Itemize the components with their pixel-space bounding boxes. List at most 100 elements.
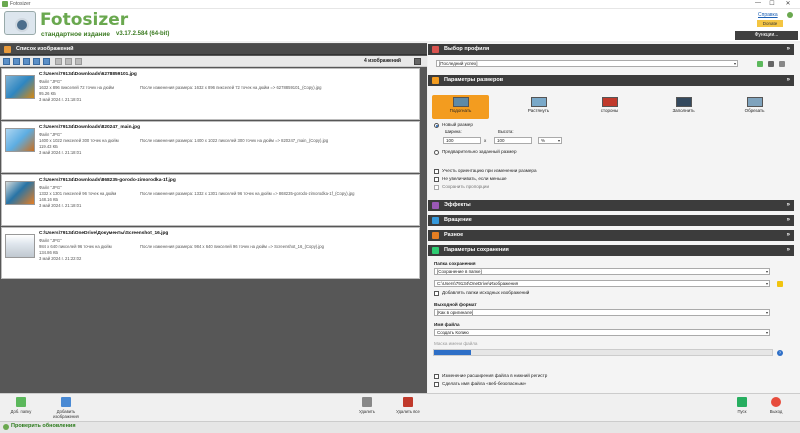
remove-all-icon	[403, 397, 413, 407]
view-large-icon[interactable]	[33, 58, 40, 65]
add-folder-button[interactable]: Доб. папку	[8, 397, 34, 414]
remove-button[interactable]: Удалить	[356, 397, 378, 414]
image-date: 3 май 2024 г. 21:18:01	[39, 97, 82, 102]
image-size: 95.26 КБ	[39, 91, 56, 96]
edition-label: стандартное издание	[41, 31, 110, 38]
effects-header[interactable]: Эффекты »	[428, 200, 794, 211]
tab-sides[interactable]: стороны	[581, 95, 638, 119]
view-tiles-icon[interactable]	[43, 58, 50, 65]
expand-icon: »	[786, 217, 790, 223]
save-folder-label: Папка сохранения	[434, 261, 476, 266]
list-menu-icon[interactable]	[414, 58, 421, 65]
undo-icon[interactable]	[55, 58, 62, 65]
misc-header[interactable]: Разное »	[428, 230, 794, 241]
image-item[interactable]: C:\Users\79134\Downloads\868235-gorodo-z…	[1, 174, 420, 226]
collapse-icon: »	[786, 46, 790, 52]
size-params-header[interactable]: Параметры размеров »	[428, 75, 794, 86]
keep-proportions-checkbox[interactable]	[434, 185, 439, 190]
donate-button[interactable]: Donate	[757, 20, 783, 27]
image-item[interactable]: C:\Users\79134\Downloads\820247_main.jpg…	[1, 121, 420, 173]
height-input[interactable]: 100	[494, 137, 532, 144]
tab-fill-label: Заполнить	[672, 108, 695, 113]
width-input[interactable]: 100	[443, 137, 481, 144]
delete-profile-icon[interactable]	[779, 61, 785, 67]
image-path: C:\Users\79134\OneDrive\Документы\Screen…	[39, 231, 169, 236]
effects-title: Эффекты	[444, 202, 471, 208]
orientation-checkbox[interactable]	[434, 169, 439, 174]
preset-size-radio[interactable]	[434, 150, 439, 155]
add-profile-icon[interactable]	[757, 61, 763, 67]
image-dims: 1400 x 1022 пикселей 300 точек на дюйм	[39, 138, 119, 143]
save-params-header[interactable]: Параметры сохранения »	[428, 245, 794, 256]
image-thumbnail	[5, 234, 35, 258]
filename-mask-input[interactable]	[433, 349, 773, 356]
dropdown-arrow-icon: ▾	[765, 281, 768, 286]
image-resize-note: После изменения размера: 1400 x 1022 пик…	[140, 138, 329, 143]
filename-select[interactable]: Создать Копию ▾	[434, 329, 770, 336]
add-images-button[interactable]: Добавить изображения	[44, 397, 88, 419]
new-size-radio[interactable]	[434, 123, 439, 128]
unit-select[interactable]: % ▾	[538, 137, 562, 144]
browse-folder-icon[interactable]	[777, 281, 783, 287]
check-updates-link[interactable]: Проверить обновления	[11, 423, 76, 429]
image-thumbnail	[5, 128, 35, 152]
output-format-select[interactable]: [Как в оригинале] ▾	[434, 309, 770, 316]
image-item[interactable]: C:\Users\79134\Downloads\6278859101.jpg …	[1, 68, 420, 120]
image-resize-note: После изменения размера: 1332 x 1301 пик…	[140, 191, 355, 196]
collapse-icon: »	[786, 247, 790, 253]
resize-icon	[432, 77, 439, 84]
tab-fill[interactable]: Заполнить	[655, 95, 712, 119]
view-details-icon[interactable]	[3, 58, 10, 65]
start-button[interactable]: Пуск	[732, 397, 752, 414]
tab-crop[interactable]: Обрезать	[726, 95, 783, 119]
remove-all-button[interactable]: Удалить все	[394, 397, 422, 414]
help-link[interactable]: Справка	[758, 12, 778, 18]
rotation-header[interactable]: Вращение »	[428, 215, 794, 226]
functions-button[interactable]: Функции...	[735, 31, 798, 40]
close-button[interactable]: ✕	[781, 0, 795, 7]
add-folder-label: Доб. папку	[10, 409, 32, 414]
maximize-button[interactable]: ☐	[765, 0, 779, 7]
redo-icon[interactable]	[65, 58, 72, 65]
rotation-title: Вращение	[444, 217, 472, 223]
help-icon[interactable]: ?	[777, 350, 783, 356]
save-profile-icon[interactable]	[768, 61, 774, 67]
view-thumbs-icon[interactable]	[23, 58, 30, 65]
add-subfolders-label: Добавлять папки исходных изображений	[442, 290, 530, 295]
window-titlebar: Fotosizer — ☐ ✕	[0, 0, 800, 9]
tab-fit[interactable]: Подогнать	[432, 95, 489, 119]
profile-select[interactable]: [Последний успех] ▾	[436, 60, 738, 67]
filename-mask-label: Маска имени файла	[434, 341, 478, 346]
save-folder-mode-select[interactable]: [Сохранение в папке] ▾	[434, 268, 770, 275]
image-size: 148.16 КБ	[39, 197, 59, 202]
crop-icon	[746, 97, 763, 107]
dropdown-arrow-icon: ▾	[765, 269, 768, 274]
misc-title: Разное	[444, 232, 464, 238]
image-dims: 1632 x 896 пикселей 72 точек на дюйм	[39, 85, 114, 90]
app-name: Fotosizer	[40, 10, 129, 30]
image-dims: 1332 x 1301 пикселей 96 точек на дюйм	[39, 191, 117, 196]
exit-button[interactable]: Выход	[766, 397, 786, 414]
image-list-title: Список изображений	[16, 46, 74, 52]
lowercase-ext-label: Изменение расширения файла в нижний реги…	[442, 373, 548, 378]
websafe-checkbox[interactable]	[434, 382, 439, 387]
save-folder-path-select[interactable]: C:\Users\79134\OneDrive\Изображения ▾	[434, 280, 770, 287]
profile-header[interactable]: Выбор профиля »	[428, 44, 794, 55]
refresh-icon[interactable]	[75, 58, 82, 65]
image-size: 119.43 КБ	[39, 144, 58, 149]
minimize-button[interactable]: —	[751, 0, 765, 6]
image-thumbnail	[5, 75, 35, 99]
image-count: 4 изображений	[363, 58, 401, 64]
profile-icon	[432, 46, 439, 53]
dropdown-arrow-icon: ▾	[557, 138, 560, 143]
orientation-label: Учесть ориентацию при изменении размера	[442, 168, 537, 173]
tab-stretch[interactable]: Растянуть	[510, 95, 567, 119]
image-item[interactable]: C:\Users\79134\OneDrive\Документы\Screen…	[1, 227, 420, 279]
lowercase-ext-checkbox[interactable]	[434, 374, 439, 379]
mask-progress-fill	[434, 350, 472, 355]
add-subfolders-checkbox[interactable]	[434, 291, 439, 296]
image-date: 3 май 2024 г. 21:18:01	[39, 150, 82, 155]
window-title: Fotosizer	[10, 1, 31, 7]
view-list-icon[interactable]	[13, 58, 20, 65]
no-enlarge-checkbox[interactable]	[434, 177, 439, 182]
